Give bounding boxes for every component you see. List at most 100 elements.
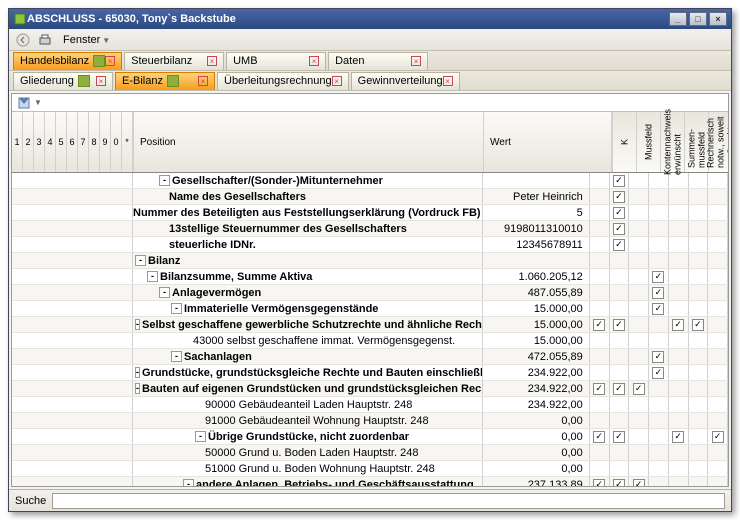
close-button[interactable]: × [709,12,727,26]
chk-rechner [669,381,689,396]
expand-icon[interactable]: - [183,479,194,486]
tab-steuerbilanz[interactable]: Steuerbilanz× [124,52,224,70]
col-k[interactable]: K [612,112,636,172]
tab-umb[interactable]: UMB × [226,52,326,70]
maximize-button[interactable]: □ [689,12,707,26]
col-wert[interactable]: Wert [484,112,612,172]
chk-summen: ✓ [649,349,669,364]
tab-close-icon[interactable]: × [105,56,115,66]
table-row[interactable]: -Gesellschafter/(Sonder-)Mitunternehmer✓ [12,173,728,189]
tab-handelsbilanz[interactable]: Handelsbilanz× [13,52,122,70]
chk-auffang [708,381,728,396]
expand-icon[interactable]: - [159,175,170,186]
table-row[interactable]: Name des GesellschaftersPeter Heinrich✓ [12,189,728,205]
nav-back-icon[interactable] [15,32,31,48]
col-position[interactable]: Position [134,112,484,172]
expand-icon[interactable]: - [135,367,140,378]
col-kontennachweis[interactable]: Kontennachweis erwünscht [660,112,684,172]
table-row[interactable]: Nummer des Beteiligten aus Feststellungs… [12,205,728,221]
pin-icon[interactable] [167,75,179,87]
num-col-4[interactable]: 4 [45,112,56,172]
chk-summen [649,461,669,476]
tabrow-1: Handelsbilanz×Steuerbilanz×UMB×Daten× [9,51,731,71]
menu-fenster[interactable]: Fenster▼ [59,32,114,48]
table-row[interactable]: -Selbst geschaffene gewerbliche Schutzre… [12,317,728,333]
wert-cell: 0,00 [483,413,590,428]
chk-muss: ✓ [610,317,630,332]
table-row[interactable]: 90000 Gebäudeanteil Laden Hauptstr. 2482… [12,397,728,413]
tab-close-icon[interactable]: × [96,76,106,86]
tab-überleitungsrechnung[interactable]: Überleitungsrechnung× [217,72,349,90]
grid-body[interactable]: -Gesellschafter/(Sonder-)Mitunternehmer✓… [12,173,728,486]
chk-kontennach: ✓ [629,381,649,396]
tab-gewinnverteilung[interactable]: Gewinnverteilung× [351,72,460,90]
col-rechnerisch[interactable]: Rechnerisch notw., soweit erwünscht [708,112,729,172]
expand-icon[interactable]: - [171,351,182,362]
table-row[interactable]: 50000 Grund u. Boden Laden Hauptstr. 248… [12,445,728,461]
chk-kontennach [629,173,649,188]
expand-icon[interactable]: - [195,431,206,442]
table-row[interactable]: steuerliche IDNr.12345678911✓ [12,237,728,253]
expand-icon[interactable]: - [159,287,170,298]
tab-close-icon[interactable]: × [198,76,208,86]
filter-icon[interactable] [16,95,32,111]
num-col-*[interactable]: * [122,112,133,172]
checkmark-icon: ✓ [652,351,664,363]
table-row[interactable]: 43000 selbst geschaffene immat. Vermögen… [12,333,728,349]
table-row[interactable]: -Immaterielle Vermögensgegenstände15.000… [12,301,728,317]
search-input[interactable] [52,493,725,509]
expand-icon[interactable]: - [171,303,182,314]
num-col-1[interactable]: 1 [12,112,23,172]
table-row[interactable]: -Bilanz [12,253,728,269]
tab-close-icon[interactable]: × [309,56,319,66]
table-row[interactable]: -Anlagevermögen487.055,89✓ [12,285,728,301]
table-row[interactable]: 91000 Gebäudeanteil Wohnung Hauptstr. 24… [12,413,728,429]
num-col-0[interactable]: 0 [111,112,122,172]
num-col-5[interactable]: 5 [56,112,67,172]
chk-muss: ✓ [610,381,630,396]
tab-label: UMB [233,55,257,67]
table-row[interactable]: -Bilanzsumme, Summe Aktiva1.060.205,12✓ [12,269,728,285]
tab-close-icon[interactable]: × [443,76,453,86]
minimize-button[interactable]: _ [669,12,687,26]
num-col-9[interactable]: 9 [100,112,111,172]
chk-muss [610,333,630,348]
chk-summen [649,333,669,348]
num-col-2[interactable]: 2 [23,112,34,172]
num-col-3[interactable]: 3 [34,112,45,172]
pin-icon[interactable] [93,55,105,67]
tab-label: Gliederung [20,75,74,87]
checkmark-icon: ✓ [692,319,704,331]
table-row[interactable]: -andere Anlagen, Betriebs- und Geschäfts… [12,477,728,486]
expand-icon[interactable]: - [135,255,146,266]
col-mussfeld[interactable]: Mussfeld [636,112,660,172]
num-col-6[interactable]: 6 [67,112,78,172]
num-col-7[interactable]: 7 [78,112,89,172]
tab-close-icon[interactable]: × [207,56,217,66]
table-row[interactable]: 13stellige Steuernummer des Gesellschaft… [12,221,728,237]
expand-icon[interactable]: - [135,383,140,394]
chk-muss [610,365,630,380]
expand-icon[interactable]: - [135,319,140,330]
grid-header: 1234567890* Position Wert K Mussfeld Kon… [12,112,728,173]
table-row[interactable]: -Übrige Grundstücke, nicht zuordenbar0,0… [12,429,728,445]
col-summenmussfeld[interactable]: Summen- mussfeld [684,112,708,172]
table-row[interactable]: 51000 Grund u. Boden Wohnung Hauptstr. 2… [12,461,728,477]
chk-muss: ✓ [610,237,630,252]
num-col-8[interactable]: 8 [89,112,100,172]
tab-close-icon[interactable]: × [332,76,342,86]
pin-icon[interactable] [78,75,90,87]
chk-auffang [708,365,728,380]
print-icon[interactable] [37,32,53,48]
chevron-down-icon[interactable]: ▼ [34,98,42,107]
tab-gliederung[interactable]: Gliederung × [13,72,113,90]
chk-rechner [669,269,689,284]
table-row[interactable]: -Grundstücke, grundstücksgleiche Rechte … [12,365,728,381]
tab-daten[interactable]: Daten× [328,52,428,70]
table-row[interactable]: -Sachanlagen472.055,89✓ [12,349,728,365]
table-row[interactable]: -Bauten auf eigenen Grundstücken und gru… [12,381,728,397]
chk-rechner: ✓ [669,317,689,332]
tab-close-icon[interactable]: × [411,56,421,66]
expand-icon[interactable]: - [147,271,158,282]
tab-e-bilanz[interactable]: E-Bilanz× [115,72,215,90]
